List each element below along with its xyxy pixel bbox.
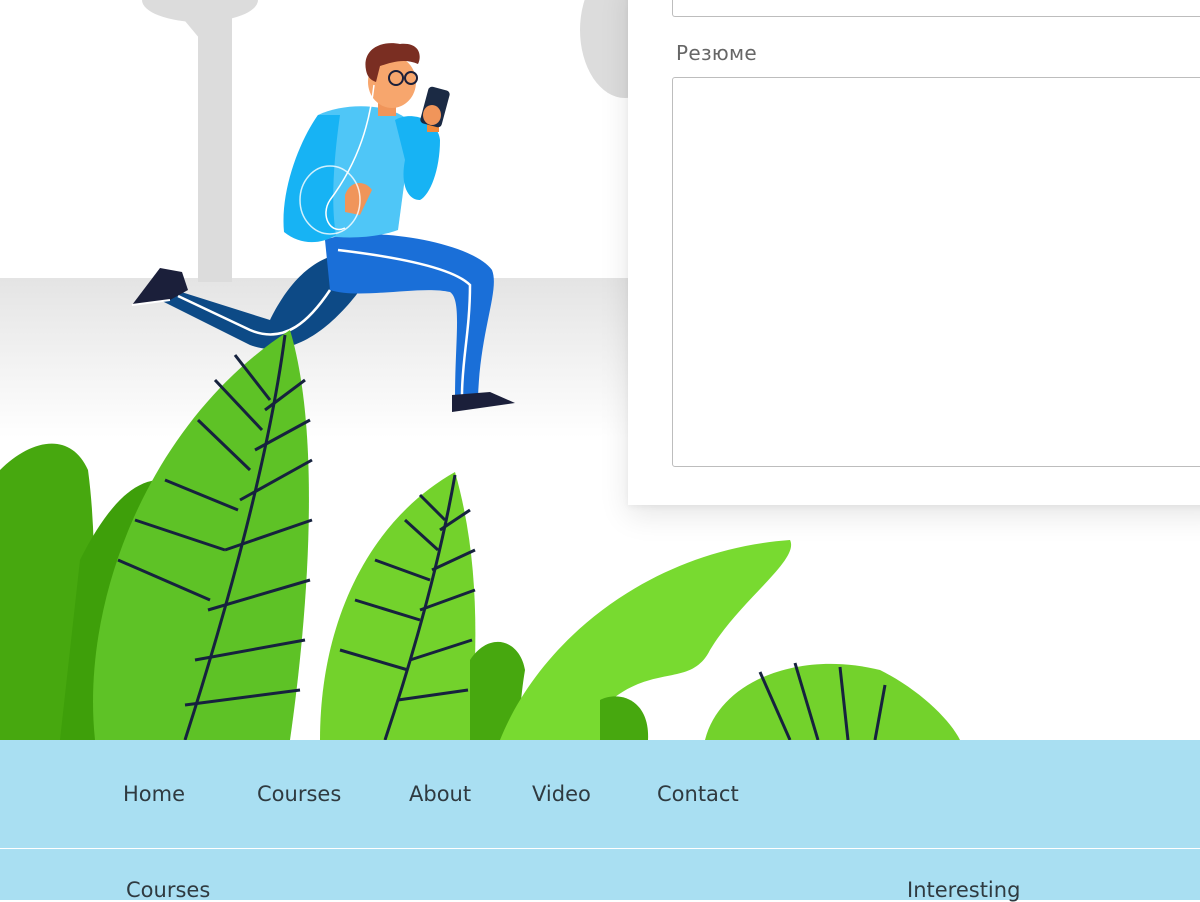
resume-textarea[interactable] xyxy=(672,77,1200,467)
nav-link-video[interactable]: Video xyxy=(532,782,591,806)
site-footer: Home Courses About Video Contact Courses… xyxy=(0,740,1200,902)
previous-field-input[interactable] xyxy=(672,0,1200,17)
nav-link-home[interactable]: Home xyxy=(123,782,185,806)
nav-link-courses[interactable]: Courses xyxy=(257,782,341,806)
footer-heading-interesting: Interesting xyxy=(907,878,1021,902)
footer-nav: Home Courses About Video Contact xyxy=(0,740,1200,848)
nav-link-about[interactable]: About xyxy=(409,782,471,806)
footer-heading-courses: Courses xyxy=(126,878,211,902)
application-form-card: Резюме xyxy=(628,0,1200,505)
nav-link-contact[interactable]: Contact xyxy=(657,782,739,806)
footer-divider xyxy=(0,848,1200,849)
resume-label: Резюме xyxy=(676,41,758,65)
